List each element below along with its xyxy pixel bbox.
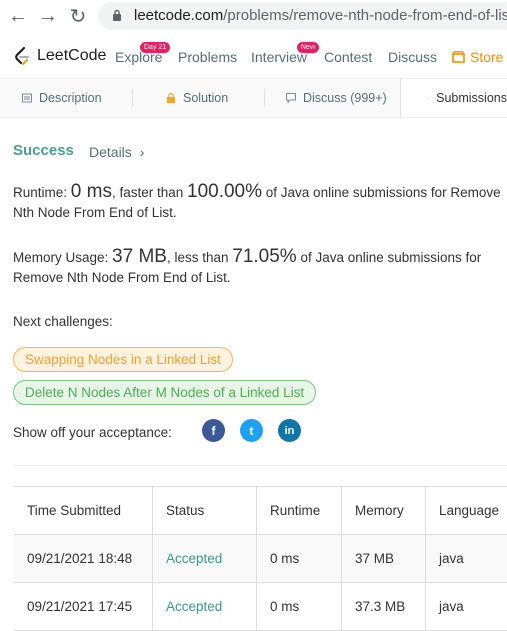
address-bar[interactable]: leetcode.com/problems/remove-nth-node-fr…: [98, 2, 507, 30]
header-runtime[interactable]: Runtime: [257, 487, 342, 535]
chevron-right-icon: ›: [139, 144, 145, 160]
discuss-icon: [286, 93, 296, 103]
tab-description[interactable]: Description: [22, 79, 102, 117]
next-challenges-label: Next challenges:: [13, 314, 113, 329]
url-text: leetcode.com/problems/remove-nth-node-fr…: [134, 7, 507, 24]
challenge-delete-n-nodes[interactable]: Delete N Nodes After M Nodes of a Linked…: [13, 380, 317, 405]
details-link[interactable]: Details ›: [89, 144, 144, 160]
runtime-value: 0 ms: [70, 181, 112, 202]
cell-memory: 37.3 MB: [342, 583, 426, 631]
table-row: 09/21/2021 17:45 Accepted 0 ms 37.3 MB j…: [14, 583, 507, 631]
submissions-table: Time Submitted Status Runtime Memory Lan…: [13, 486, 507, 631]
tab-divider: [132, 89, 133, 107]
header-status[interactable]: Status: [153, 487, 257, 535]
back-icon[interactable]: ←: [6, 4, 30, 28]
nav-store[interactable]: Store: [452, 49, 503, 65]
nav-contest[interactable]: Contest: [324, 49, 372, 65]
cell-language: java: [426, 535, 507, 583]
runtime-summary: Runtime: 0 ms, faster than 100.00% of Ja…: [13, 181, 501, 221]
explore-badge: Day 21: [140, 42, 171, 53]
cell-memory: 37 MB: [342, 535, 426, 583]
top-navigation: LeetCode Explore Day 21 Problems Intervi…: [0, 36, 507, 79]
tab-submissions-label: Submissions: [436, 91, 507, 105]
interview-badge: New: [297, 42, 320, 53]
leetcode-logo[interactable]: LeetCode: [12, 46, 106, 66]
cell-status-link[interactable]: Accepted: [153, 583, 257, 631]
tab-description-label: Description: [39, 91, 102, 105]
lock-icon: [167, 93, 175, 103]
tab-discuss[interactable]: Discuss (999+): [286, 79, 387, 117]
cell-runtime: 0 ms: [257, 535, 342, 583]
cell-runtime: 0 ms: [257, 583, 342, 631]
browser-toolbar: ← → ↻ leetcode.com/problems/remove-nth-n…: [0, 0, 507, 33]
cell-time: 09/21/2021 18:48: [14, 535, 153, 583]
cell-time: 09/21/2021 17:45: [14, 583, 153, 631]
divider: [13, 465, 507, 466]
description-icon: [22, 93, 32, 103]
header-time-submitted[interactable]: Time Submitted: [14, 487, 153, 535]
nav-problems[interactable]: Problems: [178, 49, 237, 65]
clock-icon: [428, 97, 430, 99]
show-off-label: Show off your acceptance:: [13, 425, 172, 440]
memory-summary: Memory Usage: 37 MB, less than 71.05% of…: [13, 246, 482, 286]
nav-discuss[interactable]: Discuss: [388, 49, 437, 65]
runtime-percentile: 100.00%: [187, 181, 263, 202]
table-row: 09/21/2021 18:48 Accepted 0 ms 37 MB jav…: [14, 535, 507, 583]
linkedin-share-icon[interactable]: in: [278, 419, 301, 442]
result-status: Success: [13, 142, 74, 159]
twitter-share-icon[interactable]: t: [240, 419, 263, 442]
reload-icon[interactable]: ↻: [66, 4, 90, 28]
logo-text: LeetCode: [37, 47, 107, 64]
table-header-row: Time Submitted Status Runtime Memory Lan…: [14, 487, 507, 535]
challenge-swapping-nodes[interactable]: Swapping Nodes in a Linked List: [13, 347, 233, 372]
cell-status-link[interactable]: Accepted: [153, 535, 257, 583]
header-memory[interactable]: Memory: [342, 487, 426, 535]
leetcode-logo-icon: [15, 46, 29, 66]
tab-solution[interactable]: Solution: [166, 79, 228, 117]
tab-discuss-label: Discuss (999+): [303, 91, 387, 105]
cell-language: java: [426, 583, 507, 631]
forward-icon[interactable]: →: [36, 4, 60, 28]
memory-value: 37 MB: [112, 246, 167, 267]
problem-tabs: Description Solution Discuss (999+) Subm…: [0, 79, 507, 118]
header-language[interactable]: Language: [426, 487, 507, 535]
tab-submissions[interactable]: Submissions: [400, 79, 507, 117]
lock-icon: [113, 9, 121, 21]
tab-divider: [264, 89, 265, 107]
store-icon: [452, 51, 465, 63]
tab-solution-label: Solution: [183, 91, 229, 105]
memory-percentile: 71.05%: [232, 246, 297, 267]
facebook-share-icon[interactable]: f: [202, 419, 225, 442]
